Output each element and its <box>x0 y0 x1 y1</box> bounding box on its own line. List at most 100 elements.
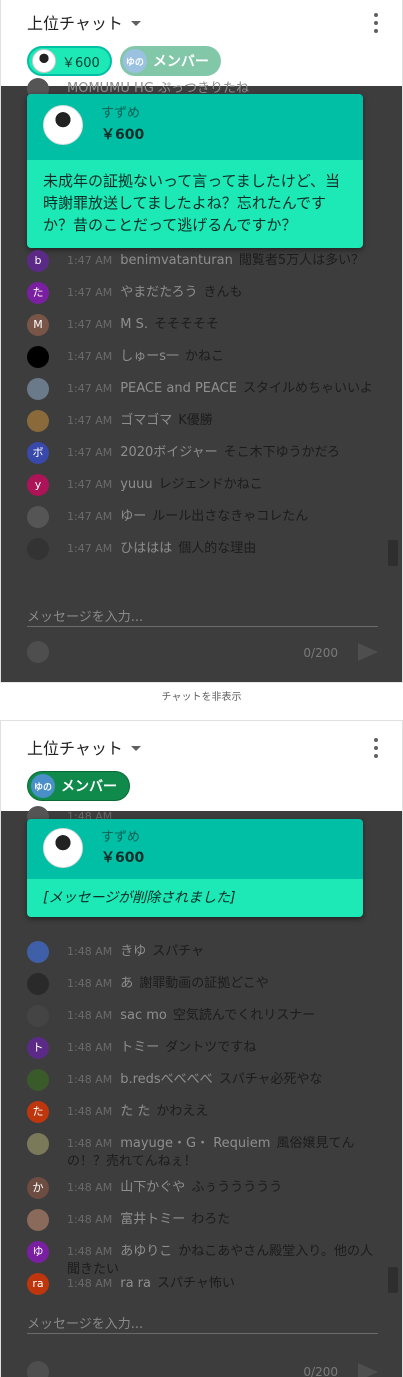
message-time: 1:47 AM <box>67 414 113 427</box>
input-underline <box>27 1333 378 1334</box>
hide-chat-button[interactable]: チャットを非表示 <box>0 682 403 712</box>
chat-message-list[interactable]: 1:48 AM すずめ ￥600 [メッセージが削除されました] 1:48 AM… <box>1 806 402 1301</box>
chat-message-list[interactable]: MOMUMU HG ぷっつきりたね すずめ ￥600 未成年の証拠ないって言って… <box>1 78 402 594</box>
more-options-icon[interactable] <box>372 13 380 33</box>
author-name[interactable]: きゆ <box>120 944 146 959</box>
message-body: 1:48 AM あ謝罪動画の証拠どこや <box>67 975 378 993</box>
chat-message[interactable]: 1:48 AM b.redsべべべべ スパチャ必死やな <box>27 1069 378 1091</box>
send-icon[interactable] <box>358 643 378 661</box>
author-name[interactable]: ゆー <box>120 509 146 524</box>
message-body: 1:48 AM sac mo 空気読んでくれリスナー <box>67 1007 378 1025</box>
avatar <box>27 973 49 995</box>
message-body: 1:48 AM た たかわええ <box>67 1103 378 1121</box>
author-name[interactable]: sac mo <box>120 1008 167 1023</box>
author-name[interactable]: mayuge・G・ Requiem <box>120 1136 270 1151</box>
chat-input-area: メッセージを入力... 0/200 <box>1 594 402 682</box>
chat-panel-1: 上位チャット ￥600 ゆの メンバー MOMUMU HG ぷっつきりたね すず… <box>0 0 403 682</box>
author-name[interactable]: トミー <box>120 1040 159 1055</box>
ticker-label: メンバー <box>152 54 209 70</box>
caret-down-icon <box>130 745 141 751</box>
author-name[interactable]: ひははは <box>120 541 172 556</box>
message-body: 1:47 AM 2020ボイジャー そこ木下ゆうかだろ <box>67 444 378 462</box>
author-name[interactable]: yuuu <box>120 477 152 492</box>
message-input[interactable]: メッセージを入力... <box>27 1313 143 1332</box>
author-name[interactable]: 2020ボイジャー <box>120 445 217 460</box>
message-time: 1:48 AM <box>67 1009 113 1022</box>
membership-ticker[interactable]: ゆの メンバー <box>119 46 221 76</box>
author-name[interactable]: やまだたろう <box>120 285 197 300</box>
chat-message[interactable]: た 1:47 AM やまだたろう きんも <box>27 282 378 304</box>
message-text: 謝罪動画の証拠どこや <box>139 976 269 991</box>
message-input[interactable]: メッセージを入力... <box>27 606 143 625</box>
chat-message[interactable]: 1:48 AM sac mo 空気読んでくれリスナー <box>27 1005 378 1027</box>
chat-message[interactable]: M 1:47 AM M S. そそそそそ <box>27 314 378 336</box>
chat-mode-label: 上位チャット <box>27 14 123 33</box>
author-name[interactable]: 山下かぐや <box>120 1180 185 1195</box>
superchat-ticker[interactable]: ￥600 <box>27 46 112 76</box>
chat-message[interactable]: ゆ 1:48 AM あゆりこ かねこあやさん殿堂入り。他の人聞きたい <box>27 1241 378 1279</box>
chat-mode-dropdown[interactable]: 上位チャット <box>27 10 141 34</box>
message-time: 1:47 AM <box>67 254 113 267</box>
chat-message[interactable]: 1:47 AM ゴマゴマ K優勝 <box>27 410 378 432</box>
author-name[interactable]: しゅーs一 <box>120 349 179 364</box>
chat-mode-dropdown[interactable]: 上位チャット <box>27 735 141 759</box>
message-text: スタイルめちゃいいよ <box>242 381 373 396</box>
chat-header: 上位チャット ￥600 ゆの メンバー <box>1 0 402 86</box>
avatar <box>27 506 49 528</box>
avatar <box>27 410 49 432</box>
author-name[interactable]: M S. <box>120 317 148 332</box>
author-name[interactable]: た た <box>120 1104 150 1119</box>
chat-message[interactable]: 1:47 AM しゅーs一 かねこ <box>27 346 378 368</box>
chat-message[interactable]: か 1:48 AM 山下かぐや ふぅううううう <box>27 1177 378 1199</box>
message-time: 1:47 AM <box>67 286 113 299</box>
message-body: 1:47 AM ひははは 個人的な理由 <box>67 540 378 558</box>
avatar <box>27 346 49 368</box>
emoji-icon[interactable] <box>27 1361 49 1377</box>
chat-message[interactable]: ト 1:48 AM トミー ダントツですね <box>27 1037 378 1059</box>
author-name[interactable]: 富井トミー <box>120 1212 185 1227</box>
message-text: かねこ <box>185 349 225 364</box>
avatar: ボ <box>27 442 49 464</box>
avatar <box>27 1133 49 1155</box>
author-name[interactable]: benimvatanturan <box>120 253 233 268</box>
pinned-superchat[interactable]: すずめ ￥600 [メッセージが削除されました] <box>27 819 363 917</box>
chat-message[interactable]: 1:47 AM PEACE and PEACE スタイルめちゃいいよ <box>27 378 378 400</box>
avatar: か <box>27 1177 49 1199</box>
ticker-bar: ゆの メンバー <box>27 771 130 801</box>
chat-message[interactable]: ボ 1:47 AM 2020ボイジャー そこ木下ゆうかだろ <box>27 442 378 464</box>
chat-message[interactable]: た 1:48 AM た たかわええ <box>27 1101 378 1123</box>
scrollbar-thumb[interactable] <box>388 1267 398 1293</box>
message-text: ルール出さなきゃコレたん <box>152 509 309 524</box>
chat-message[interactable]: 1:47 AM ひははは 個人的な理由 <box>27 538 378 560</box>
scrollbar-thumb[interactable] <box>388 540 398 566</box>
emoji-icon[interactable] <box>27 641 49 663</box>
avatar: た <box>27 1101 49 1123</box>
message-text: 個人的な理由 <box>178 541 257 556</box>
author-name[interactable]: ra ra <box>120 1276 151 1291</box>
chat-message[interactable]: 1:48 AM あ謝罪動画の証拠どこや <box>27 973 378 995</box>
pinned-superchat[interactable]: すずめ ￥600 未成年の証拠ないって言ってましたけど、当時謝罪放送してましたよ… <box>27 94 363 248</box>
more-options-icon[interactable] <box>372 738 380 758</box>
avatar <box>27 941 49 963</box>
chat-message[interactable]: ra 1:48 AM ra ra スパチャ怖い <box>27 1273 378 1295</box>
author-name[interactable]: b.redsべべべべ <box>120 1072 212 1087</box>
chat-message[interactable]: y 1:47 AM yuuu レジェンドかねこ <box>27 474 378 496</box>
author-name[interactable]: あ <box>120 976 133 991</box>
avatar <box>27 538 49 560</box>
avatar: ゆの <box>31 774 55 798</box>
message-body: 1:48 AM b.redsべべべべ スパチャ必死やな <box>67 1071 378 1089</box>
ticker-bar: ￥600 ゆの メンバー <box>27 46 221 76</box>
chat-message[interactable]: b 1:47 AM benimvatanturan 閲覧者5万人は多い？ <box>27 250 378 272</box>
send-icon[interactable] <box>358 1363 378 1377</box>
author-name[interactable]: ゴマゴマ <box>120 413 172 428</box>
avatar: y <box>27 474 49 496</box>
membership-ticker[interactable]: ゆの メンバー <box>27 771 130 801</box>
avatar: M <box>27 314 49 336</box>
chat-message[interactable]: 1:48 AM mayuge・G・ Requiem 風俗嬢見てんの！？売れてんねぇ！ <box>27 1133 378 1171</box>
author-name[interactable]: あゆりこ <box>120 1244 172 1259</box>
author-name[interactable]: PEACE and PEACE <box>120 381 237 396</box>
superchat-author: すずめ <box>101 830 141 845</box>
chat-message[interactable]: 1:48 AM きゆ スパチャ <box>27 941 378 963</box>
chat-message[interactable]: 1:47 AM ゆー ルール出さなきゃコレたん <box>27 506 378 528</box>
chat-message[interactable]: 1:48 AM 富井トミー わろた <box>27 1209 378 1231</box>
